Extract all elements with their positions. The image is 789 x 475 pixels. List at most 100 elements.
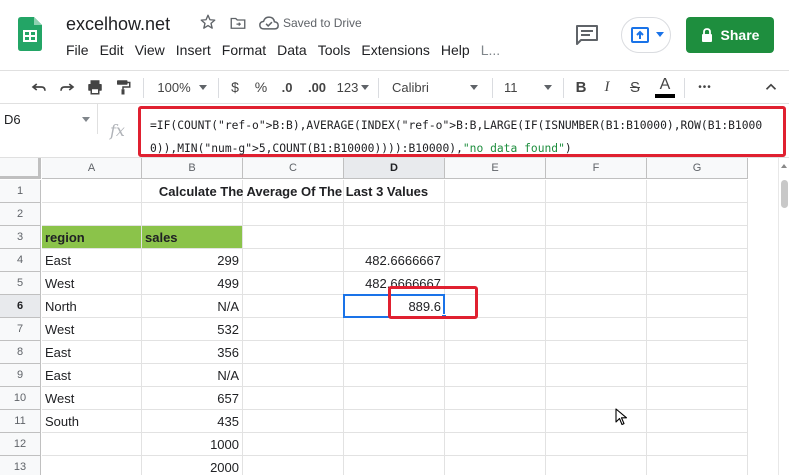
formula-input[interactable]: =IF(COUNT("ref-o">B:B),AVERAGE(INDEX("re…	[138, 106, 786, 157]
row-header-8[interactable]: 8	[0, 341, 41, 364]
cell-region[interactable]: West	[42, 387, 142, 410]
cell-region[interactable]: South	[42, 410, 142, 433]
name-box[interactable]: D6	[0, 104, 98, 134]
redo-button[interactable]	[56, 71, 78, 103]
menu-edit[interactable]: Edit	[100, 42, 124, 58]
cell-sales[interactable]: 1000	[142, 433, 243, 456]
zoom-select[interactable]: 100%	[152, 71, 212, 103]
undo-button[interactable]	[28, 71, 50, 103]
row-header-1[interactable]: 1	[0, 180, 41, 203]
menu-tools[interactable]: Tools	[318, 42, 351, 58]
star-icon[interactable]	[199, 13, 217, 31]
row-header-2[interactable]: 2	[0, 203, 41, 226]
menu-file[interactable]: File	[66, 42, 89, 58]
cell-g7[interactable]	[647, 318, 748, 341]
text-color-button[interactable]: A	[654, 71, 676, 103]
result-d4[interactable]: 482.6666667	[344, 249, 445, 272]
cell-d2[interactable]	[344, 203, 445, 226]
cell-g1[interactable]	[647, 180, 748, 203]
row-header-11[interactable]: 11	[0, 410, 41, 433]
cell-c10[interactable]	[243, 387, 344, 410]
cell-sales[interactable]: 2000	[142, 456, 243, 475]
percent-format-button[interactable]: %	[252, 71, 270, 103]
column-header-e[interactable]: E	[445, 158, 546, 179]
cell-f12[interactable]	[546, 433, 647, 456]
cell-f5[interactable]	[546, 272, 647, 295]
sheets-logo-icon[interactable]	[18, 17, 42, 51]
cell-d10[interactable]	[344, 387, 445, 410]
italic-button[interactable]: I	[598, 71, 616, 103]
cell-sales[interactable]: 657	[142, 387, 243, 410]
bold-button[interactable]: B	[572, 71, 590, 103]
column-header-b[interactable]: B	[142, 158, 243, 179]
cell-g12[interactable]	[647, 433, 748, 456]
cloud-saved-icon[interactable]	[259, 15, 279, 31]
cell-e10[interactable]	[445, 387, 546, 410]
cell-sales[interactable]: N/A	[142, 364, 243, 387]
document-title[interactable]: excelhow.net	[66, 14, 170, 35]
cell-g5[interactable]	[647, 272, 748, 295]
present-button[interactable]	[621, 17, 671, 53]
cell-region[interactable]: East	[42, 341, 142, 364]
cell-c11[interactable]	[243, 410, 344, 433]
cell-e9[interactable]	[445, 364, 546, 387]
cell-f2[interactable]	[546, 203, 647, 226]
cell-f10[interactable]	[546, 387, 647, 410]
cell-c9[interactable]	[243, 364, 344, 387]
cell-d12[interactable]	[344, 433, 445, 456]
cell-c6[interactable]	[243, 295, 344, 318]
cell-e12[interactable]	[445, 433, 546, 456]
row-header-7[interactable]: 7	[0, 318, 41, 341]
more-options-button[interactable]: •••	[692, 71, 718, 103]
menu-view[interactable]: View	[135, 42, 165, 58]
cell-e13[interactable]	[445, 456, 546, 475]
font-family-select[interactable]: Calibri	[388, 71, 482, 103]
cell-f6[interactable]	[546, 295, 647, 318]
currency-format-button[interactable]: $	[226, 71, 244, 103]
row-header-10[interactable]: 10	[0, 387, 41, 410]
cell-c7[interactable]	[243, 318, 344, 341]
cell-g6[interactable]	[647, 295, 748, 318]
header-region[interactable]: region	[42, 226, 142, 249]
cell-c8[interactable]	[243, 341, 344, 364]
column-header-c[interactable]: C	[243, 158, 344, 179]
strikethrough-button[interactable]: S	[626, 71, 644, 103]
cell-d8[interactable]	[344, 341, 445, 364]
cell-region[interactable]: East	[42, 249, 142, 272]
cell-sales[interactable]: 532	[142, 318, 243, 341]
cell-f13[interactable]	[546, 456, 647, 475]
cell-sales[interactable]: 499	[142, 272, 243, 295]
menu-last-edit[interactable]: L...	[481, 42, 500, 58]
cell-g3[interactable]	[647, 226, 748, 249]
row-header-5[interactable]: 5	[0, 272, 41, 295]
header-sales[interactable]: sales	[142, 226, 243, 249]
menu-extensions[interactable]: Extensions	[361, 42, 429, 58]
cell-f8[interactable]	[546, 341, 647, 364]
cell-d9[interactable]	[344, 364, 445, 387]
move-folder-icon[interactable]	[229, 14, 247, 32]
cell-e7[interactable]	[445, 318, 546, 341]
cell-g8[interactable]	[647, 341, 748, 364]
vertical-scrollbar[interactable]	[778, 158, 789, 475]
cell-region[interactable]: West	[42, 272, 142, 295]
cell-f4[interactable]	[546, 249, 647, 272]
row-header-3[interactable]: 3	[0, 226, 41, 249]
decrease-decimal-button[interactable]: .0	[276, 71, 298, 103]
cell-d7[interactable]	[344, 318, 445, 341]
cell-e11[interactable]	[445, 410, 546, 433]
cell-b2[interactable]	[142, 203, 243, 226]
cell-region[interactable]: North	[42, 295, 142, 318]
cell-f9[interactable]	[546, 364, 647, 387]
increase-decimal-button[interactable]: .00	[304, 71, 330, 103]
cell-sales[interactable]: 356	[142, 341, 243, 364]
cell-region[interactable]	[42, 456, 142, 475]
cell-region[interactable]: East	[42, 364, 142, 387]
collapse-toolbar-button[interactable]	[760, 71, 782, 103]
font-size-select[interactable]: 11	[500, 71, 556, 103]
cell-g9[interactable]	[647, 364, 748, 387]
cell-d3[interactable]	[344, 226, 445, 249]
cell-a2[interactable]	[42, 203, 142, 226]
spreadsheet-grid[interactable]: A B C D E F G 1 2 3 4 5 6 7 8 9 10 11 12 13 Calculate The Av…	[0, 158, 778, 475]
cell-f3[interactable]	[546, 226, 647, 249]
cell-g2[interactable]	[647, 203, 748, 226]
